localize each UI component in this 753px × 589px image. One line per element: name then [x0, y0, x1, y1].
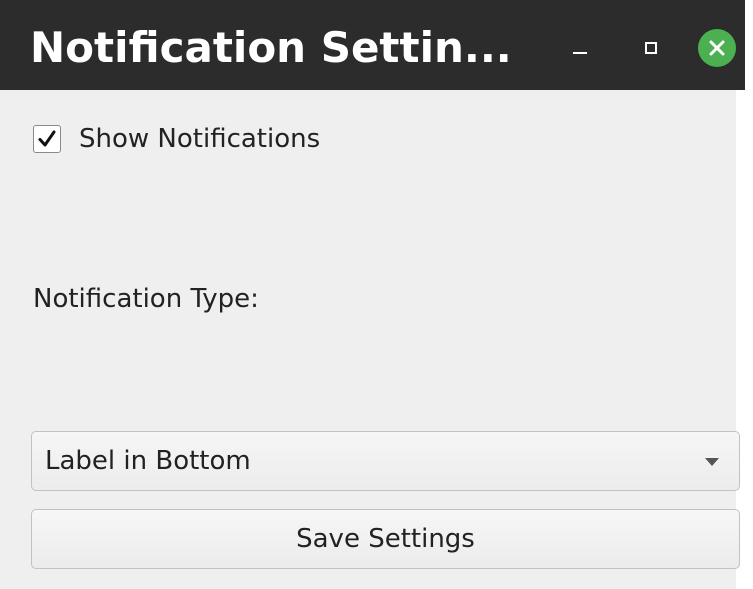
settings-panel: Show Notifications Notification Type: La… [0, 90, 740, 589]
notification-type-label: Notification Type: [33, 284, 259, 314]
close-icon [698, 29, 736, 67]
show-notifications-checkbox[interactable] [33, 125, 61, 153]
chevron-down-icon [705, 458, 719, 466]
title-bar[interactable]: Notification Settin... [0, 0, 745, 90]
minimize-button[interactable] [560, 28, 600, 68]
minimize-icon [573, 52, 587, 54]
window-title: Notification Settin... [30, 23, 512, 72]
maximize-icon [645, 42, 657, 54]
show-notifications-row[interactable]: Show Notifications [33, 122, 320, 156]
notification-settings-window: Notification Settin... Show Notification… [0, 0, 753, 589]
checkmark-icon [38, 130, 56, 147]
save-settings-button[interactable]: Save Settings [31, 509, 740, 569]
close-button[interactable] [697, 28, 737, 68]
maximize-button[interactable] [631, 28, 671, 68]
notification-type-value: Label in Bottom [45, 446, 251, 476]
notification-type-select[interactable]: Label in Bottom [31, 431, 740, 491]
show-notifications-label[interactable]: Show Notifications [79, 122, 320, 156]
